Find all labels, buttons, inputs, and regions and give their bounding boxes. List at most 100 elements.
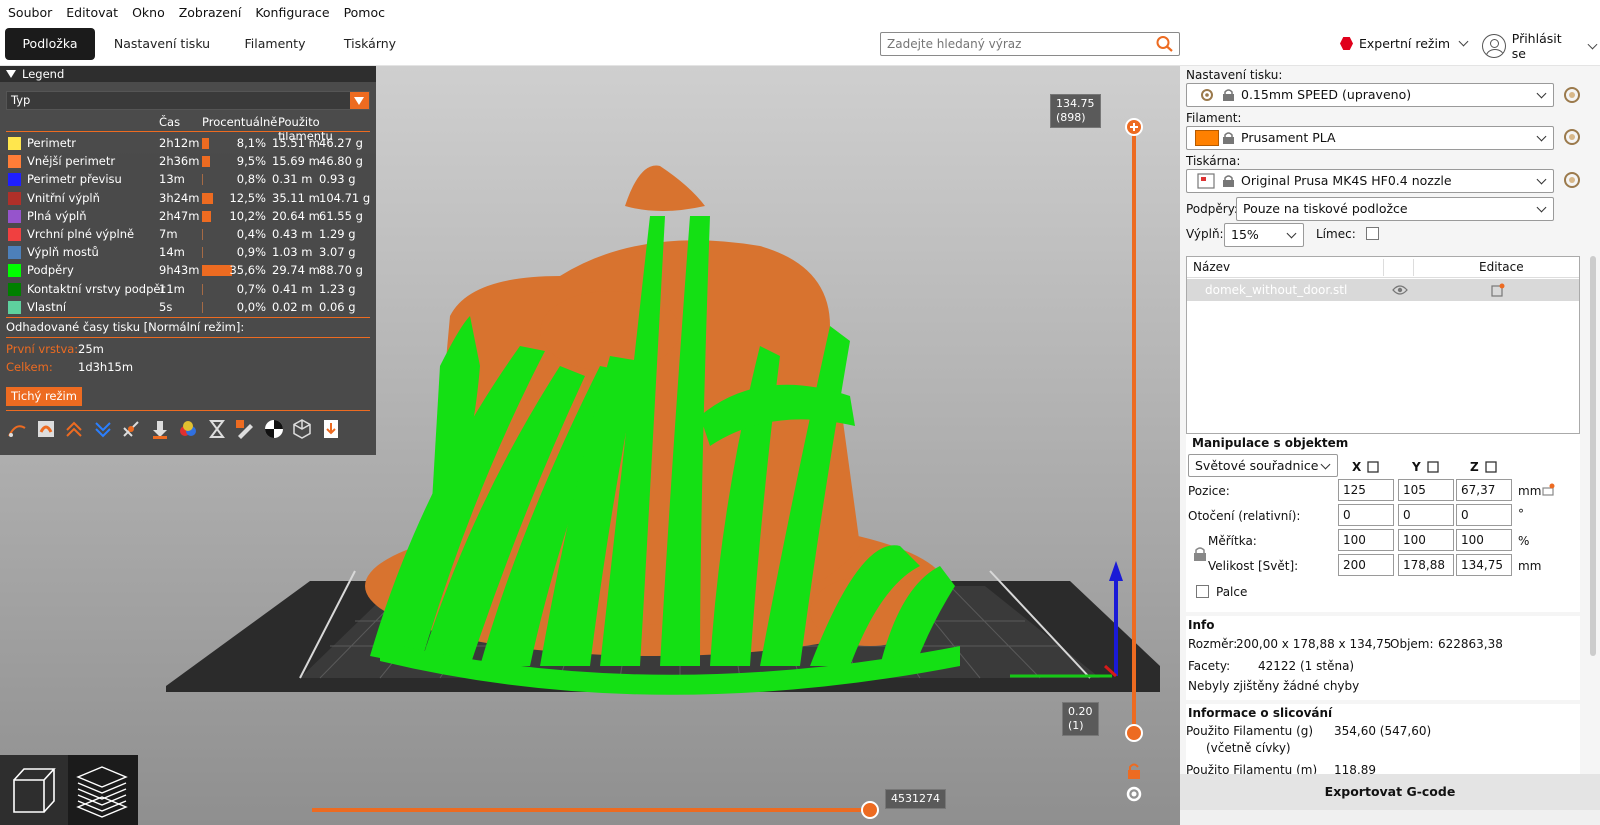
seams-icon[interactable] <box>120 418 142 440</box>
3d-view-icon[interactable] <box>0 755 66 825</box>
filament-label: Filament: <box>1186 111 1242 125</box>
lock-icon <box>1223 175 1234 187</box>
brim-checkbox[interactable] <box>1366 227 1379 240</box>
tab-filaments[interactable]: Filamenty <box>232 28 318 60</box>
legend-color-swatch <box>8 173 21 187</box>
scale-y-input[interactable]: 100 <box>1398 529 1454 551</box>
legend-item-weight: 0.06 g <box>319 299 356 314</box>
print-profile-select[interactable]: 0.15mm SPEED (upraveno) <box>1186 83 1554 107</box>
legend-row[interactable]: Vlastní 5s 0,0% 0.02 m 0.06 g <box>6 298 376 316</box>
legend-item-weight: 46.27 g <box>319 136 363 150</box>
position-z-input[interactable]: 67,37 <box>1456 479 1512 501</box>
export-bar: Exportovat G-code <box>1180 774 1600 825</box>
drop-to-bed-icon[interactable] <box>1542 482 1556 496</box>
slider-top-thumb[interactable] <box>1125 118 1143 136</box>
custom-gcodes-icon[interactable] <box>234 418 256 440</box>
edit-object-icon[interactable] <box>1491 283 1505 297</box>
size-z-input[interactable]: 134,75 <box>1456 554 1512 576</box>
legend-header[interactable]: Legend <box>0 66 376 82</box>
horizontal-slider-thumb[interactable] <box>861 801 879 819</box>
legend-row[interactable]: Plná výplň 2h47m 10,2% 20.64 m 61.55 g <box>6 207 376 225</box>
center-of-gravity-icon[interactable] <box>263 418 285 440</box>
lock-icon[interactable] <box>1125 762 1143 780</box>
menu-configuration[interactable]: Konfigurace <box>255 5 329 20</box>
position-y-input[interactable]: 105 <box>1398 479 1454 501</box>
settings-cog-icon[interactable] <box>1564 87 1580 103</box>
scale-x-input[interactable]: 100 <box>1338 529 1394 551</box>
legend-row[interactable]: Výplň mostů 14m 0,9% 1.03 m 3.07 g <box>6 243 376 261</box>
legend-row[interactable]: Vnější perimetr 2h36m 9,5% 15.69 m 46.80 g <box>6 152 376 170</box>
coordinate-system-select[interactable]: Světové souřadnice <box>1188 454 1338 477</box>
size-info-label: Rozměr: <box>1188 637 1238 651</box>
settings-cog-icon[interactable] <box>1564 129 1580 145</box>
rotation-x-input[interactable]: 0 <box>1338 504 1394 526</box>
drop-to-bed-icon[interactable] <box>1484 461 1498 473</box>
legend-title: Legend <box>22 67 65 81</box>
size-x-input[interactable]: 200 <box>1338 554 1394 576</box>
settings-cog-icon[interactable] <box>1564 172 1580 188</box>
color-changes-icon[interactable] <box>177 418 199 440</box>
retractions-icon[interactable] <box>63 418 85 440</box>
legend-item-time: 13m <box>159 172 185 187</box>
search-input[interactable] <box>885 34 1153 54</box>
vertical-layer-slider[interactable] <box>1132 128 1136 732</box>
legend-item-percent: 9,5% <box>236 154 266 169</box>
legend-item-name: Vrchní plné výplně <box>27 227 135 241</box>
tool-marker-icon[interactable] <box>320 418 342 440</box>
deretractions-icon[interactable] <box>92 418 114 440</box>
menu-edit[interactable]: Editovat <box>66 5 118 20</box>
rotation-y-input[interactable]: 0 <box>1398 504 1454 526</box>
legend-row[interactable]: Perimetr převisu 13m 0,8% 0.31 m 0.93 g <box>6 170 376 188</box>
tab-print-settings[interactable]: Nastavení tisku <box>112 28 212 60</box>
menu-help[interactable]: Pomoc <box>344 5 385 20</box>
settings-cog-icon[interactable] <box>1125 785 1143 803</box>
3d-viewport[interactable]: Legend Typ Čas Procentuálně Použito fila… <box>0 66 1180 825</box>
quiet-mode-button[interactable]: Tichý režim <box>6 387 82 406</box>
legend-row[interactable]: Vrchní plné výplně 7m 0,4% 0.43 m 1.29 g <box>6 225 376 243</box>
legend-row[interactable]: Vnitřní výplň 3h24m 12,5% 35.11 m 104.71 g <box>6 189 376 207</box>
search-icon[interactable] <box>1155 35 1175 53</box>
tool-changes-icon[interactable] <box>149 418 171 440</box>
object-row[interactable]: domek_without_door.stl <box>1187 279 1579 301</box>
slider-bottom-height: 0.20 <box>1068 705 1093 718</box>
supports-select[interactable]: Pouze na tiskové podložce <box>1236 197 1554 221</box>
column-edit: Editace <box>1479 260 1524 274</box>
scale-z-input[interactable]: 100 <box>1456 529 1512 551</box>
menu-view[interactable]: Zobrazení <box>179 5 242 20</box>
infill-select[interactable]: 15% <box>1224 223 1304 247</box>
printer-select[interactable]: Original Prusa MK4S HF0.4 nozzle <box>1186 169 1554 193</box>
menu-file[interactable]: Soubor <box>8 5 52 20</box>
login-button[interactable]: Přihlásit se <box>1482 31 1600 61</box>
filament-select[interactable]: Prusament PLA <box>1186 126 1554 150</box>
legend-row[interactable]: Perimetr 2h12m 8,1% 15.51 m 46.27 g <box>6 134 376 152</box>
drop-to-bed-icon[interactable] <box>1366 461 1380 473</box>
lock-icon[interactable] <box>1194 547 1206 561</box>
rotation-z-input[interactable]: 0 <box>1456 504 1512 526</box>
visibility-eye-icon[interactable] <box>1392 284 1408 296</box>
sidebar-scrollbar[interactable] <box>1590 256 1596 656</box>
legend-item-name: Vnitřní výplň <box>27 190 100 205</box>
legend-item-percent: 35,6% <box>229 263 266 278</box>
travel-icon[interactable] <box>6 418 28 440</box>
horizontal-move-slider[interactable] <box>312 808 870 812</box>
wipe-icon[interactable] <box>35 418 57 440</box>
position-x-input[interactable]: 125 <box>1338 479 1394 501</box>
slider-bottom-thumb[interactable] <box>1125 724 1143 742</box>
tab-bar: Podložka Nastavení tisku Filamenty Tiská… <box>0 24 1600 66</box>
export-gcode-button[interactable]: Exportovat G-code <box>1180 774 1600 810</box>
preview-view-icon[interactable] <box>68 755 138 825</box>
tab-plater[interactable]: Podložka <box>5 28 95 60</box>
rotation-unit: ° <box>1518 507 1524 521</box>
legend-row[interactable]: Podpěry 9h43m 35,6% 29.74 m 88.70 g <box>6 261 376 279</box>
legend-row[interactable]: Kontaktní vrstvy podpěr 11m 0,7% 0.41 m 1.23… <box>6 280 376 298</box>
view-type-select[interactable]: Typ <box>6 91 370 110</box>
mode-selector[interactable]: Expertní režim <box>1340 36 1471 51</box>
shells-icon[interactable] <box>291 418 313 440</box>
pause-prints-icon[interactable] <box>206 418 228 440</box>
inches-checkbox[interactable] <box>1196 585 1209 598</box>
tab-printers[interactable]: Tiskárny <box>334 28 406 60</box>
drop-to-bed-icon[interactable] <box>1426 461 1440 473</box>
legend-color-swatch <box>8 155 21 169</box>
size-y-input[interactable]: 178,88 <box>1398 554 1454 576</box>
menu-window[interactable]: Okno <box>132 5 165 20</box>
